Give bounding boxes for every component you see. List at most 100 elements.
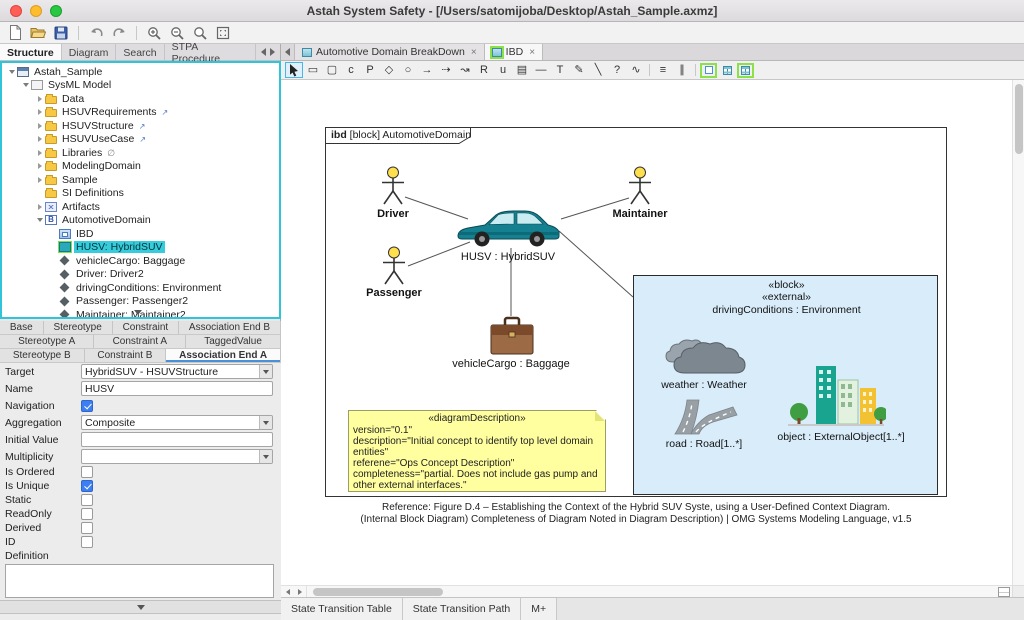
requirement-tool-button[interactable]: R [475,62,493,78]
car-node[interactable] [455,205,561,249]
redo-button[interactable] [110,24,128,42]
zoom-reset-button[interactable] [191,24,209,42]
expander-icon[interactable] [34,96,45,102]
open-file-button[interactable] [29,24,47,42]
expander-icon[interactable] [34,123,45,129]
curve-tool-button[interactable]: ∿ [627,62,645,78]
item-flow-tool-button[interactable]: ↝ [456,62,474,78]
new-file-button[interactable] [6,24,24,42]
tree-item[interactable]: HSUVStructure [2,119,279,133]
aggregation-combobox[interactable]: Composite [81,415,273,430]
tab-structure[interactable]: Structure [0,44,62,60]
expander-icon[interactable] [34,109,45,115]
property-panel-collapse-button[interactable] [0,600,281,614]
tab-m-plus[interactable]: M+ [521,598,557,620]
expander-icon[interactable] [34,150,45,156]
weather-node[interactable] [661,328,749,376]
tree-item[interactable]: HSUVRequirements [2,106,279,120]
tree-item-selected[interactable]: HUSV: HybridSUV [2,241,279,255]
tree-item[interactable]: Data [2,92,279,106]
tab-ibd[interactable]: IBD × [485,44,543,60]
fit-window-button[interactable] [214,24,232,42]
tree-item[interactable]: ModelingDomain [2,160,279,174]
horizontal-scroll-thumb[interactable] [313,588,443,596]
rectangle-tool-button[interactable]: ▭ [304,62,322,78]
scroll-tabs-right-icon[interactable] [270,48,275,56]
close-tab-icon[interactable]: × [529,47,535,58]
auto-layout-toggle-button[interactable] [737,63,754,78]
id-checkbox[interactable] [81,536,93,548]
tab-constraint-a[interactable]: Constraint A [94,335,186,348]
tree-item-automotive-domain[interactable]: AutomotiveDomain [2,214,279,228]
distribute-tool-button[interactable]: ∥ [673,62,691,78]
vertical-scrollbar[interactable] [1012,80,1024,585]
port-tool-button[interactable]: P [361,62,379,78]
tab-automotive-domain-breakdown[interactable]: Automotive Domain BreakDown × [295,44,485,60]
minimize-window-button[interactable] [30,5,42,17]
tab-stereotype[interactable]: Stereotype [44,321,113,334]
note-tool-button[interactable]: ▤ [513,62,531,78]
derived-checkbox[interactable] [81,522,93,534]
grid-toggle-button[interactable] [718,62,736,78]
multiplicity-combobox[interactable] [81,449,273,464]
diagram-canvas[interactable]: ibd [block] AutomotiveDomain Driver [281,80,1024,597]
tab-state-transition-table[interactable]: State Transition Table [281,598,403,620]
tree-item[interactable]: Sample [2,173,279,187]
expander-icon[interactable] [34,136,45,142]
tab-association-end-a[interactable]: Association End A [166,349,281,362]
tab-constraint-b[interactable]: Constraint B [85,349,167,362]
flow-tool-button[interactable]: → [418,62,436,78]
zoom-window-button[interactable] [50,5,62,17]
tree-item[interactable]: Libraries [2,146,279,160]
tree-item-model[interactable]: SysML Model [2,79,279,93]
is-unique-checkbox[interactable] [81,480,93,492]
tree-item-ibd[interactable]: IBD [2,227,279,241]
maintainer-actor[interactable] [627,166,653,206]
connector-tool-button[interactable]: ○ [399,62,417,78]
tree-item[interactable]: drivingConditions: Environment [2,281,279,295]
name-input[interactable] [81,381,273,396]
tree-item[interactable]: SI Definitions [2,187,279,201]
is-ordered-checkbox[interactable] [81,466,93,478]
dropdown-arrow-icon[interactable] [259,365,272,378]
tab-base[interactable]: Base [0,321,44,334]
driver-actor[interactable] [380,166,406,206]
expander-icon[interactable] [6,70,17,74]
scroll-tabs-left-icon[interactable] [261,48,266,56]
tab-search[interactable]: Search [116,44,164,60]
tab-stereotype-b[interactable]: Stereotype B [0,349,85,362]
initial-value-input[interactable] [81,432,273,447]
tree-item[interactable]: Artifacts [2,200,279,214]
text-tool-button[interactable]: T [551,62,569,78]
tab-association-end-b[interactable]: Association End B [179,321,281,334]
vertical-scroll-thumb[interactable] [1015,84,1023,154]
tree-item-project[interactable]: Astah_Sample [2,65,279,79]
expander-icon[interactable] [34,163,45,169]
scroll-right-button[interactable] [294,586,307,597]
tree-item[interactable]: Driver: Driver2 [2,268,279,282]
help-tool-button[interactable]: ? [608,62,626,78]
dropdown-arrow-icon[interactable] [259,450,272,463]
expander-icon[interactable] [20,83,31,87]
definition-textarea[interactable] [5,564,274,598]
dropdown-arrow-icon[interactable] [259,416,272,429]
tab-state-transition-path[interactable]: State Transition Path [403,598,521,620]
close-window-button[interactable] [10,5,22,17]
external-object-node[interactable] [786,362,886,428]
tab-stpa-procedure[interactable]: STPA Procedure [165,44,256,60]
dependency-tool-button[interactable]: ⇢ [437,62,455,78]
tree-item[interactable]: HSUVUseCase [2,133,279,147]
expander-icon[interactable] [34,218,45,222]
part-tool-button[interactable]: ◇ [380,62,398,78]
tree-item[interactable]: vehicleCargo: Baggage [2,254,279,268]
tab-diagram[interactable]: Diagram [62,44,117,60]
tab-constraint[interactable]: Constraint [113,321,179,334]
align-tool-button[interactable]: ≡ [654,62,672,78]
navigation-checkbox[interactable] [81,400,93,412]
usecase-tool-button[interactable]: u [494,62,512,78]
diagram-description-note[interactable]: «diagramDescription» version="0.1" descr… [348,410,606,492]
zoom-in-button[interactable] [145,24,163,42]
tab-stereotype-a[interactable]: Stereotype A [0,335,94,348]
save-button[interactable] [52,24,70,42]
model-tree[interactable]: Astah_Sample SysML Model Data HSUVRequir… [0,61,281,319]
